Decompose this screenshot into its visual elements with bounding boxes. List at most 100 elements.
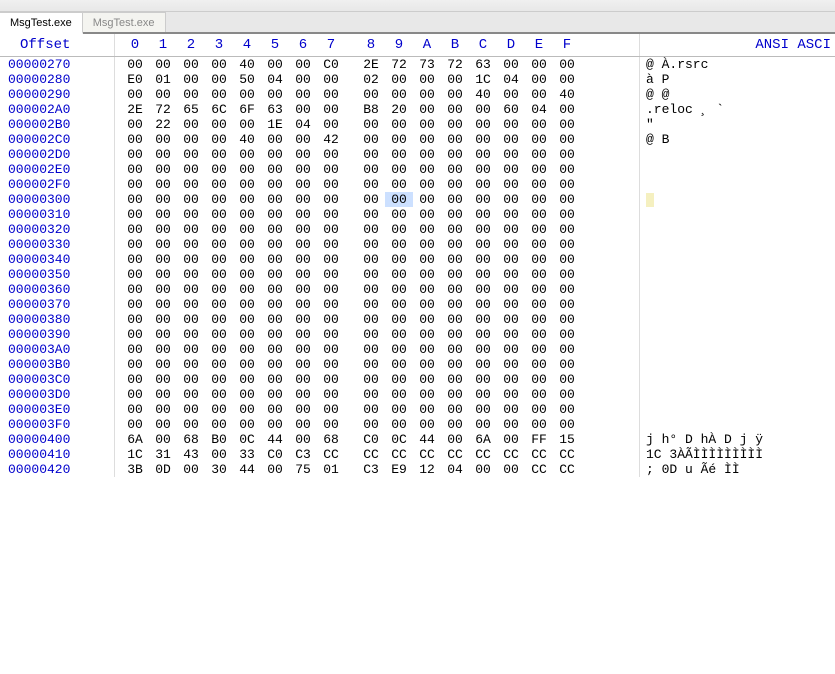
hex-byte[interactable]: 00 bbox=[205, 57, 233, 72]
hex-byte[interactable]: 63 bbox=[261, 102, 289, 117]
hex-byte[interactable]: 00 bbox=[177, 252, 205, 267]
hex-byte[interactable]: 00 bbox=[385, 132, 413, 147]
hex-byte[interactable]: 04 bbox=[441, 462, 469, 477]
hex-byte[interactable]: 00 bbox=[261, 132, 289, 147]
hex-byte[interactable]: 00 bbox=[497, 372, 525, 387]
hex-row[interactable]: 000004203B0D003044007501C3E912040000CCCC… bbox=[0, 462, 835, 477]
hex-byte[interactable]: 00 bbox=[525, 237, 553, 252]
hex-byte[interactable]: 1E bbox=[261, 117, 289, 132]
hex-byte[interactable]: 00 bbox=[149, 267, 177, 282]
hex-byte[interactable]: 00 bbox=[441, 252, 469, 267]
hex-byte[interactable]: 00 bbox=[469, 177, 497, 192]
hex-byte[interactable]: 00 bbox=[525, 282, 553, 297]
hex-byte[interactable]: 00 bbox=[121, 282, 149, 297]
hex-byte[interactable]: 00 bbox=[121, 57, 149, 72]
hex-byte[interactable]: 00 bbox=[149, 402, 177, 417]
hex-byte[interactable]: 00 bbox=[413, 342, 441, 357]
hex-byte[interactable]: 00 bbox=[385, 117, 413, 132]
hex-byte[interactable]: 00 bbox=[357, 162, 385, 177]
hex-byte[interactable]: 00 bbox=[177, 147, 205, 162]
hex-byte[interactable]: 00 bbox=[525, 417, 553, 432]
hex-byte[interactable]: 00 bbox=[205, 342, 233, 357]
hex-byte[interactable]: 00 bbox=[317, 102, 345, 117]
hex-byte[interactable]: 00 bbox=[205, 132, 233, 147]
hex-byte[interactable]: 00 bbox=[261, 357, 289, 372]
hex-byte[interactable]: 00 bbox=[261, 297, 289, 312]
hex-bytes[interactable]: 00000000000000000000000000000000 bbox=[115, 147, 640, 162]
hex-byte[interactable]: 00 bbox=[413, 297, 441, 312]
hex-byte[interactable]: 00 bbox=[357, 387, 385, 402]
hex-byte[interactable]: 00 bbox=[441, 417, 469, 432]
hex-byte[interactable]: 00 bbox=[469, 357, 497, 372]
hex-byte[interactable]: 00 bbox=[497, 342, 525, 357]
hex-byte[interactable]: 00 bbox=[469, 462, 497, 477]
hex-byte[interactable]: 00 bbox=[357, 192, 385, 207]
hex-byte[interactable]: 00 bbox=[205, 402, 233, 417]
ascii-cell[interactable] bbox=[640, 267, 835, 282]
hex-byte[interactable]: 40 bbox=[233, 132, 261, 147]
hex-byte[interactable]: 3B bbox=[121, 462, 149, 477]
hex-byte[interactable]: 00 bbox=[497, 222, 525, 237]
hex-byte[interactable]: 00 bbox=[385, 402, 413, 417]
hex-byte[interactable]: 00 bbox=[413, 207, 441, 222]
hex-bytes[interactable]: 00000000000000000000000000000000 bbox=[115, 297, 640, 312]
hex-row[interactable]: 000004101C31430033C0C3CCCCCCCCCCCCCCCCCC… bbox=[0, 447, 835, 462]
hex-row[interactable]: 0000029000000000000000000000000040000040… bbox=[0, 87, 835, 102]
hex-byte[interactable]: 00 bbox=[233, 282, 261, 297]
hex-byte[interactable]: 44 bbox=[413, 432, 441, 447]
hex-byte[interactable]: 00 bbox=[525, 387, 553, 402]
hex-byte[interactable]: 22 bbox=[149, 117, 177, 132]
hex-byte[interactable]: 00 bbox=[497, 57, 525, 72]
hex-bytes[interactable]: 00000000000000000000000000000000 bbox=[115, 282, 640, 297]
hex-byte[interactable]: 43 bbox=[177, 447, 205, 462]
hex-row[interactable]: 000003A000000000000000000000000000000000 bbox=[0, 342, 835, 357]
hex-byte[interactable]: E9 bbox=[385, 462, 413, 477]
hex-byte[interactable]: 00 bbox=[497, 207, 525, 222]
hex-row[interactable]: 000003F000000000000000000000000000000000 bbox=[0, 417, 835, 432]
tab-inactive[interactable]: MsgTest.exe bbox=[83, 12, 166, 32]
hex-byte[interactable]: 00 bbox=[385, 72, 413, 87]
hex-byte[interactable]: 00 bbox=[149, 132, 177, 147]
hex-byte[interactable]: 00 bbox=[177, 192, 205, 207]
hex-byte[interactable]: 00 bbox=[121, 147, 149, 162]
hex-byte[interactable]: 73 bbox=[413, 57, 441, 72]
hex-byte[interactable]: CC bbox=[413, 447, 441, 462]
hex-byte[interactable]: 00 bbox=[121, 417, 149, 432]
ascii-cell[interactable]: ; 0D u Ãé ÌÌ bbox=[640, 462, 835, 477]
hex-byte[interactable]: 00 bbox=[317, 357, 345, 372]
hex-byte[interactable]: 02 bbox=[357, 72, 385, 87]
hex-byte[interactable]: 42 bbox=[317, 132, 345, 147]
hex-byte[interactable]: 00 bbox=[121, 162, 149, 177]
hex-byte[interactable]: 00 bbox=[205, 447, 233, 462]
hex-byte[interactable]: 00 bbox=[177, 417, 205, 432]
hex-byte[interactable]: 00 bbox=[121, 402, 149, 417]
hex-byte[interactable]: 00 bbox=[525, 192, 553, 207]
hex-byte[interactable]: 00 bbox=[497, 402, 525, 417]
hex-byte[interactable]: FF bbox=[525, 432, 553, 447]
hex-byte[interactable]: 00 bbox=[205, 117, 233, 132]
hex-byte[interactable]: 00 bbox=[469, 342, 497, 357]
hex-byte[interactable]: 00 bbox=[497, 312, 525, 327]
hex-byte[interactable]: 00 bbox=[357, 342, 385, 357]
hex-row[interactable]: 0000036000000000000000000000000000000000 bbox=[0, 282, 835, 297]
hex-byte[interactable]: 00 bbox=[553, 252, 581, 267]
hex-byte[interactable]: CC bbox=[525, 447, 553, 462]
hex-byte[interactable]: 00 bbox=[233, 237, 261, 252]
hex-byte[interactable]: 40 bbox=[233, 57, 261, 72]
hex-byte[interactable]: 00 bbox=[413, 162, 441, 177]
hex-byte[interactable]: 00 bbox=[289, 402, 317, 417]
hex-byte[interactable]: 00 bbox=[525, 372, 553, 387]
hex-byte[interactable]: 00 bbox=[261, 342, 289, 357]
hex-byte[interactable]: 00 bbox=[261, 87, 289, 102]
hex-byte[interactable]: 00 bbox=[149, 327, 177, 342]
hex-byte[interactable]: 00 bbox=[177, 117, 205, 132]
hex-byte[interactable]: 50 bbox=[233, 72, 261, 87]
hex-byte[interactable]: 00 bbox=[233, 177, 261, 192]
hex-byte[interactable]: 68 bbox=[317, 432, 345, 447]
hex-byte[interactable]: 00 bbox=[553, 162, 581, 177]
hex-byte[interactable]: 00 bbox=[121, 342, 149, 357]
hex-byte[interactable]: 00 bbox=[289, 432, 317, 447]
hex-byte[interactable]: 00 bbox=[177, 462, 205, 477]
hex-byte[interactable]: C3 bbox=[357, 462, 385, 477]
hex-byte[interactable]: 00 bbox=[317, 417, 345, 432]
